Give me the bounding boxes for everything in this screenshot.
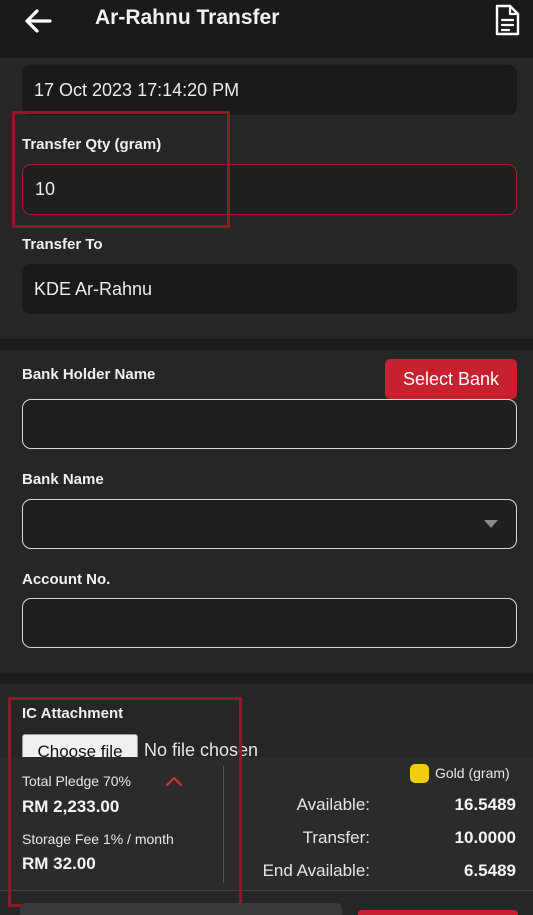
gold-legend-icon	[410, 764, 429, 783]
app-header: Ar-Rahnu Transfer	[0, 0, 533, 58]
bank-name-label: Bank Name	[22, 471, 104, 488]
account-no-input[interactable]	[22, 598, 517, 648]
footer-primary-button[interactable]	[358, 910, 518, 915]
available-value: 16.5489	[454, 795, 516, 814]
transfer-to-label: Transfer To	[22, 236, 103, 253]
footer-secondary-button[interactable]	[20, 903, 342, 915]
bank-name-select[interactable]	[22, 499, 517, 549]
end-available-label: End Available:	[262, 861, 370, 880]
arrow-left-icon[interactable]	[22, 6, 54, 36]
gold-legend-label: Gold (gram)	[435, 765, 510, 781]
select-bank-button[interactable]: Select Bank	[385, 359, 517, 399]
caret-down-icon	[484, 520, 498, 528]
bank-holder-input[interactable]	[22, 399, 517, 449]
transfer-amount-value: 10.0000	[454, 828, 516, 847]
account-no-label: Account No.	[22, 571, 111, 588]
end-available-value: 6.5489	[464, 861, 516, 880]
document-icon[interactable]	[493, 4, 521, 36]
bank-holder-label: Bank Holder Name	[22, 366, 156, 383]
summary-highlight-box	[8, 697, 242, 907]
transfer-amount-label: Transfer:	[302, 828, 370, 847]
transfer-date-field: 17 Oct 2023 17:14:20 PM	[22, 65, 517, 115]
transfer-to-field: KDE Ar-Rahnu	[22, 264, 517, 314]
page-title: Ar-Rahnu Transfer	[95, 6, 280, 29]
available-label: Available:	[296, 795, 370, 814]
qty-highlight-box	[12, 111, 230, 228]
